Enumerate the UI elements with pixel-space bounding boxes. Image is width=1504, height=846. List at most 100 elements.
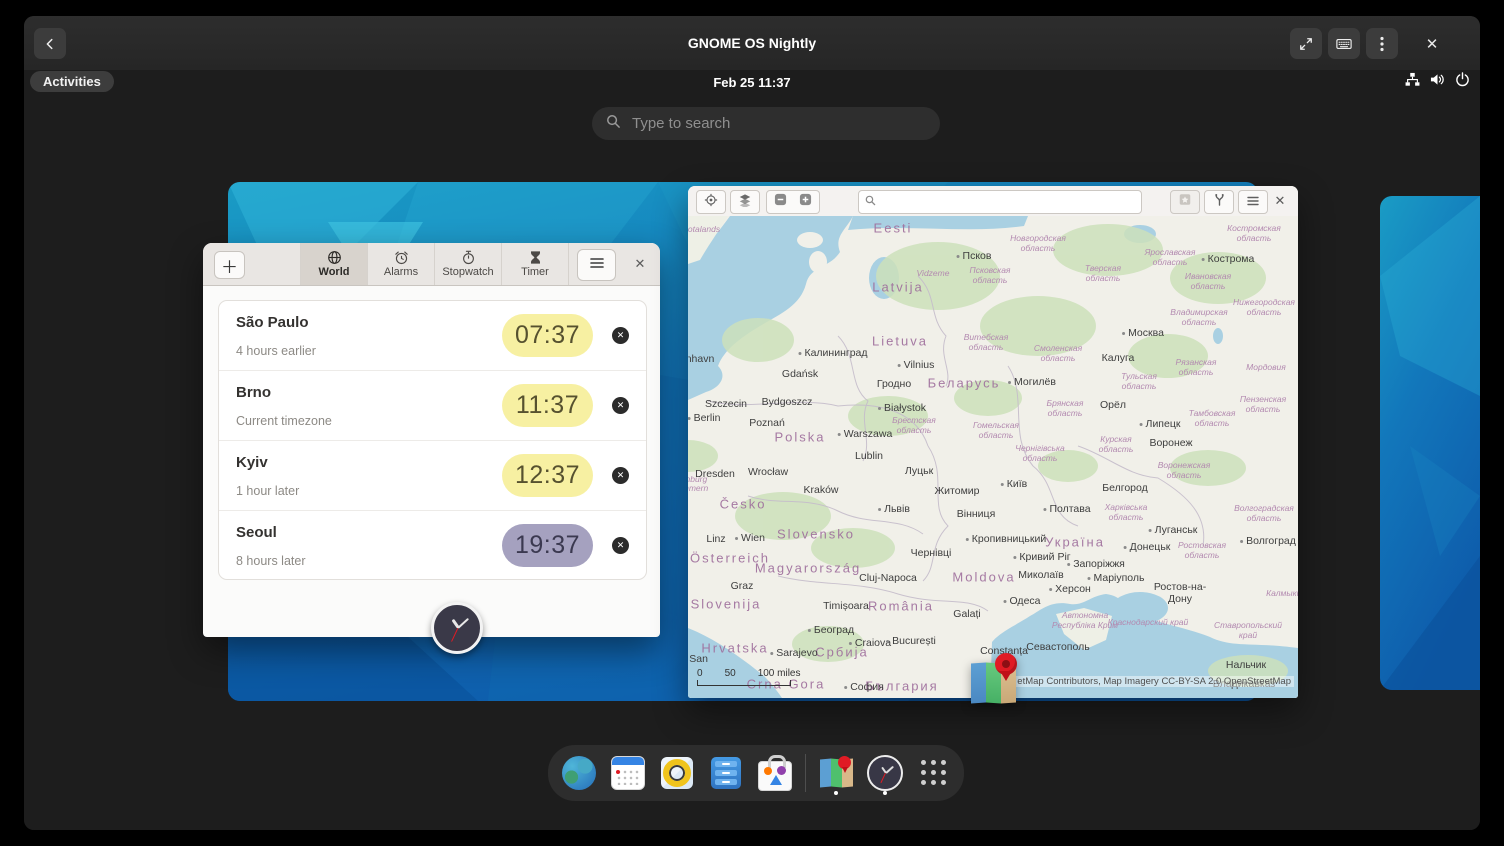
shell-clock[interactable]: Feb 25 11:37 <box>24 70 1480 94</box>
clocks-menu-button[interactable] <box>577 249 616 281</box>
tab-timer[interactable]: Timer <box>501 243 569 285</box>
map-label: Костромская область <box>1227 223 1281 243</box>
favorites-button[interactable] <box>1170 190 1200 214</box>
map-label: Чернігівська область <box>1015 443 1065 463</box>
adjacent-workspace[interactable] <box>1380 196 1480 690</box>
world-clock-row[interactable]: Kyiv 1 hour later 12:37 ✕ <box>219 441 646 511</box>
fullscreen-button[interactable] <box>1290 28 1322 59</box>
dock-item-software[interactable] <box>756 751 794 795</box>
map-label: Polska <box>774 429 826 445</box>
viewer-menu-button[interactable] <box>1366 28 1398 59</box>
map-labels: Eesti Latvija Lietuva Беларусь Polska Česko Sl… <box>688 216 1298 698</box>
clocks-app-icon[interactable] <box>431 602 483 654</box>
delete-clock-button[interactable]: ✕ <box>612 467 629 484</box>
zoom-out-icon <box>774 193 787 211</box>
delete-clock-button[interactable]: ✕ <box>612 327 629 344</box>
activities-button[interactable]: Activities <box>30 71 114 92</box>
map-label: Magyarország <box>754 560 862 576</box>
maps-window[interactable]: ✕ Eesti Latvija Lietuva Беларусь Polska … <box>688 186 1298 698</box>
dock-item-calendar[interactable] <box>609 751 647 795</box>
zoom-in-button[interactable] <box>792 190 820 214</box>
map-label: Україна <box>1045 534 1105 550</box>
dock-item-web-browser[interactable] <box>560 751 598 795</box>
map-label: Lublin <box>854 450 884 462</box>
calendar-icon <box>610 756 645 790</box>
map-label: Moldova <box>952 569 1016 585</box>
map-canvas[interactable]: Eesti Latvija Lietuva Беларусь Polska Česko Sl… <box>688 216 1298 698</box>
tab-world[interactable]: World <box>300 243 367 285</box>
keyboard-button[interactable] <box>1328 28 1360 59</box>
map-label: Vilnius <box>898 359 935 371</box>
fullscreen-icon <box>1299 37 1313 51</box>
system-status-area[interactable] <box>1405 70 1470 94</box>
route-icon <box>1213 193 1226 211</box>
dock-item-clocks[interactable] <box>866 751 904 795</box>
map-label: Timișoara <box>823 600 869 612</box>
map-label: enburg <box>688 474 708 484</box>
hamburger-menu-icon <box>589 256 604 274</box>
dock-item-music[interactable] <box>658 751 696 795</box>
close-icon: ✕ <box>634 256 646 271</box>
map-label: Ставропольский край <box>1214 620 1282 640</box>
add-clock-button[interactable]: ＋ <box>214 251 245 279</box>
map-label: Lietuva <box>872 333 928 349</box>
map-label: Ростов-на-Дону <box>1153 580 1207 605</box>
world-clock-row[interactable]: São Paulo 4 hours earlier 07:37 ✕ <box>219 301 646 371</box>
map-label: Latvija <box>872 279 924 295</box>
back-button[interactable] <box>34 28 66 59</box>
world-clock-row[interactable]: Seoul 8 hours later 19:37 ✕ <box>219 511 646 579</box>
map-label: Житомир <box>934 485 980 497</box>
clocks-tab-bar: World Alarms Stopwatch Timer <box>300 243 569 285</box>
route-button[interactable] <box>1204 190 1234 214</box>
tab-stopwatch[interactable]: Stopwatch <box>434 243 501 285</box>
maps-menu-button[interactable] <box>1238 190 1268 214</box>
overview-search[interactable] <box>592 107 940 140</box>
gnome-shell: Feb 25 11:37 Activities Type to search ＋… <box>24 70 1480 830</box>
search-input[interactable] <box>630 114 874 133</box>
map-label: Slovenija <box>690 596 762 612</box>
keyboard-icon <box>1336 37 1352 51</box>
map-label: Sarajevo <box>770 647 817 659</box>
map-label: Linz <box>706 533 726 545</box>
map-label: Białystok <box>878 402 926 414</box>
kebab-menu-icon <box>1380 36 1384 52</box>
map-label: otalands <box>688 224 721 234</box>
maps-search-field[interactable] <box>858 190 1142 214</box>
map-label: Szczecin <box>704 398 748 410</box>
dock-item-files[interactable] <box>707 751 745 795</box>
map-label: mmern <box>688 483 709 493</box>
viewer-close-button[interactable]: ✕ <box>1416 28 1448 59</box>
map-label: Псковская область <box>969 265 1011 285</box>
maps-app-icon[interactable] <box>967 653 1025 707</box>
top-bar: Feb 25 11:37 Activities <box>24 70 1480 94</box>
map-label: Липецк <box>1140 418 1181 430</box>
dock-item-app-grid[interactable] <box>915 751 953 795</box>
viewer-title: GNOME OS Nightly <box>687 35 817 51</box>
map-label: Брянская область <box>1046 398 1084 418</box>
tab-alarms[interactable]: Alarms <box>367 243 434 285</box>
map-label: Ивановская область <box>1184 271 1232 291</box>
favorites-icon <box>1178 193 1192 211</box>
timer-icon <box>528 250 543 265</box>
map-label: Донецьк <box>1124 541 1171 553</box>
map-label: Херсон <box>1049 583 1091 595</box>
go-to-location-button[interactable] <box>696 190 726 214</box>
screen: GNOME OS Nightly ✕ Feb 25 11:37 Activiti… <box>0 0 1504 846</box>
map-label: Poznań <box>749 417 785 429</box>
delete-clock-button[interactable]: ✕ <box>612 397 629 414</box>
zoom-out-button[interactable] <box>766 190 795 214</box>
tab-label: Timer <box>521 266 549 278</box>
clocks-window[interactable]: ＋ World Alarms Stopwatch Timer ✕ São Pau… <box>203 243 660 637</box>
world-clock-row[interactable]: Brno Current timezone 11:37 ✕ <box>219 371 646 441</box>
layers-button[interactable] <box>730 190 760 214</box>
map-label: Волгоград <box>1240 535 1296 547</box>
music-icon <box>660 757 693 789</box>
clocks-close-button[interactable]: ✕ <box>632 256 648 272</box>
map-label: София <box>844 681 884 693</box>
delete-clock-button[interactable]: ✕ <box>612 537 629 554</box>
maps-close-button[interactable]: ✕ <box>1272 193 1288 209</box>
maps-search-input[interactable] <box>881 195 1115 209</box>
clocks-icon <box>866 755 903 791</box>
alarm-icon <box>394 250 409 265</box>
dock-item-maps[interactable] <box>817 751 855 795</box>
